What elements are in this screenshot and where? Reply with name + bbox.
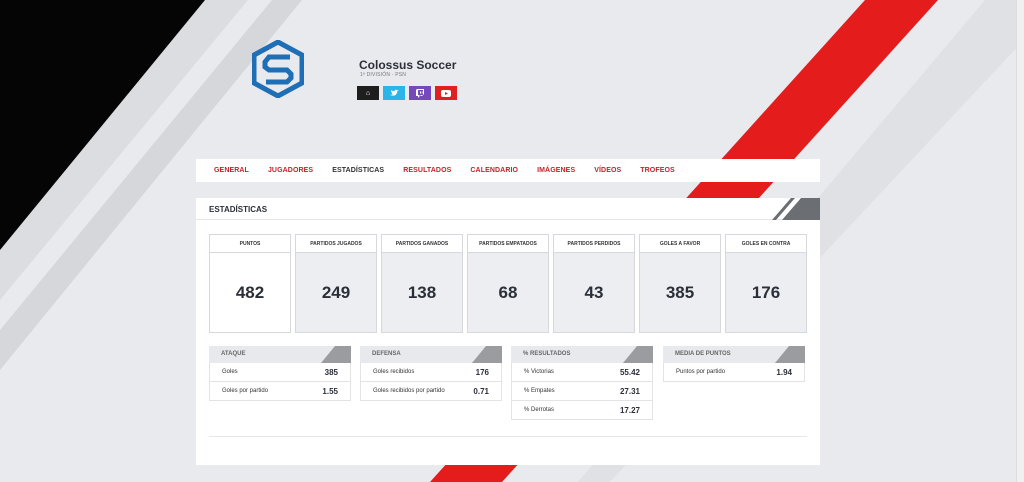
stat-label: PARTIDOS PERDIDOS <box>554 235 634 253</box>
table-row: % Derrotas 17.27 <box>511 401 653 420</box>
row-label: Goles recibidos <box>373 369 415 375</box>
stat-card-goles-a-favor: GOLES A FAVOR 385 <box>639 234 721 333</box>
nav-item-imagenes[interactable]: IMÁGENES <box>537 167 575 174</box>
table-title: % RESULTADOS <box>523 351 571 357</box>
table-row: Puntos por partido 1.94 <box>663 363 805 382</box>
table-title: ATAQUE <box>221 351 246 357</box>
panel-corner-decoration <box>772 198 820 220</box>
table-title: DEFENSA <box>372 351 401 357</box>
row-label: Goles por partido <box>222 388 269 394</box>
defensa-table: DEFENSA Goles recibidos 176 Goles recibi… <box>360 346 502 401</box>
team-name: Colossus Soccer <box>359 58 457 72</box>
row-label: % Derrotas <box>524 407 555 413</box>
table-corner-decoration <box>472 346 502 363</box>
stat-label: PARTIDOS EMPATADOS <box>468 235 548 253</box>
resultados-table: % RESULTADOS % Victorias 55.42 % Empates… <box>511 346 653 420</box>
nav-item-resultados[interactable]: RESULTADOS <box>403 167 451 174</box>
twitter-icon <box>389 89 399 96</box>
stat-value: 138 <box>407 283 437 302</box>
twitch-icon <box>416 88 424 98</box>
row-label: % Empates <box>524 388 555 394</box>
row-value: 55.42 <box>619 367 640 377</box>
divider <box>209 436 807 437</box>
youtube-icon <box>441 89 451 97</box>
row-value: 17.27 <box>619 405 640 415</box>
table-corner-decoration <box>775 346 805 363</box>
team-subtitle: 1ª DIVISIÓN · PSN <box>360 72 407 78</box>
table-title: MEDIA DE PUNTOS <box>675 351 731 357</box>
stat-value: 385 <box>665 283 695 302</box>
stats-panel: ESTADÍSTICAS PUNTOS 482 PARTIDOS JUGADOS… <box>196 198 820 465</box>
row-label: Goles recibidos por partido <box>373 388 445 394</box>
nav-item-general[interactable]: GENERAL <box>214 167 249 174</box>
nav-item-trofeos[interactable]: TROFEOS <box>640 167 675 174</box>
social-links: ⌂ <box>357 86 457 100</box>
table-row: Goles recibidos 176 <box>360 363 502 382</box>
media-table: MEDIA DE PUNTOS Puntos por partido 1.94 <box>663 346 805 382</box>
table-corner-decoration <box>623 346 653 363</box>
row-value: 1.94 <box>776 367 792 377</box>
table-header: MEDIA DE PUNTOS <box>663 346 805 363</box>
stat-card-partidos-perdidos: PARTIDOS PERDIDOS 43 <box>553 234 635 333</box>
table-header: % RESULTADOS <box>511 346 653 363</box>
stat-value: 68 <box>498 283 518 302</box>
stat-label: GOLES A FAVOR <box>640 235 720 253</box>
row-value: 385 <box>324 367 338 377</box>
nav-item-videos[interactable]: VÍDEOS <box>594 167 621 174</box>
twitch-button[interactable] <box>409 86 431 100</box>
panel-header: ESTADÍSTICAS <box>196 198 820 220</box>
nav-item-jugadores[interactable]: JUGADORES <box>268 167 313 174</box>
stat-label: GOLES EN CONTRA <box>726 235 806 253</box>
ataque-table: ATAQUE Goles 385 Goles por partido 1.55 <box>209 346 351 401</box>
scrollbar[interactable] <box>1016 0 1024 482</box>
nav-item-calendario[interactable]: CALENDARIO <box>470 167 518 174</box>
table-row: % Empates 27.31 <box>511 382 653 401</box>
home-button[interactable]: ⌂ <box>357 86 379 100</box>
row-value: 27.31 <box>619 386 640 396</box>
table-header: DEFENSA <box>360 346 502 363</box>
row-value: 1.55 <box>322 386 338 396</box>
row-value: 0.71 <box>473 386 489 396</box>
stat-label: PUNTOS <box>210 235 290 253</box>
stat-value: 482 <box>235 283 265 302</box>
panel-title: ESTADÍSTICAS <box>209 205 268 214</box>
table-header: ATAQUE <box>209 346 351 363</box>
stat-label: PARTIDOS JUGADOS <box>296 235 376 253</box>
table-row: Goles por partido 1.55 <box>209 382 351 401</box>
stat-card-partidos-empatados: PARTIDOS EMPATADOS 68 <box>467 234 549 333</box>
stat-value: 43 <box>584 283 604 302</box>
row-label: Goles <box>222 369 238 375</box>
table-row: Goles 385 <box>209 363 351 382</box>
stat-label: PARTIDOS GANADOS <box>382 235 462 253</box>
nav-item-estadisticas[interactable]: ESTADÍSTICAS <box>332 167 384 174</box>
stat-card-goles-en-contra: GOLES EN CONTRA 176 <box>725 234 807 333</box>
stat-value: 176 <box>751 283 781 302</box>
table-row: % Victorias 55.42 <box>511 363 653 382</box>
row-label: % Victorias <box>524 369 554 375</box>
row-label: Puntos por partido <box>676 369 726 375</box>
table-corner-decoration <box>321 346 351 363</box>
youtube-button[interactable] <box>435 86 457 100</box>
home-icon: ⌂ <box>365 89 371 97</box>
row-value: 176 <box>475 367 489 377</box>
stat-card-puntos: PUNTOS 482 <box>209 234 291 333</box>
stat-card-partidos-jugados: PARTIDOS JUGADOS 249 <box>295 234 377 333</box>
stat-cards: PUNTOS 482 PARTIDOS JUGADOS 249 PARTIDOS… <box>209 234 807 333</box>
stat-value: 249 <box>321 283 351 302</box>
main-nav: GENERAL JUGADORES ESTADÍSTICAS RESULTADO… <box>196 159 820 182</box>
twitter-button[interactable] <box>383 86 405 100</box>
team-logo <box>252 40 304 98</box>
stat-card-partidos-ganados: PARTIDOS GANADOS 138 <box>381 234 463 333</box>
table-row: Goles recibidos por partido 0.71 <box>360 382 502 401</box>
